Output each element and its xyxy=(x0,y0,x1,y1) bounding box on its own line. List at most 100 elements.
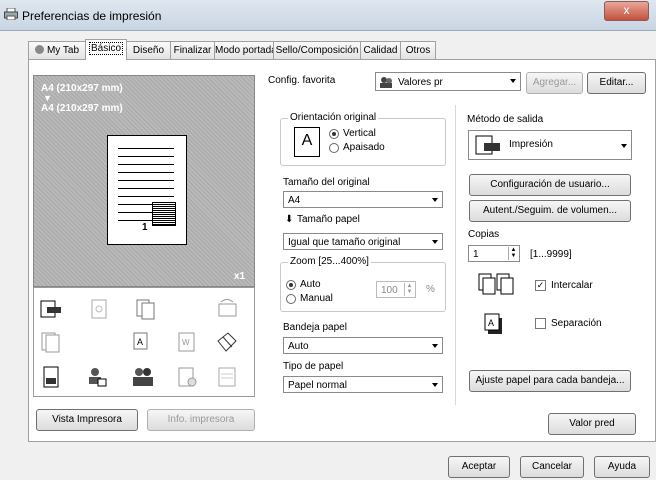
booklet-icon[interactable]: W xyxy=(176,331,198,353)
column-divider xyxy=(455,105,456,405)
secure-print-icon[interactable] xyxy=(176,366,198,388)
tab-label: Diseño xyxy=(132,45,165,56)
zoom-manual-radio[interactable] xyxy=(286,294,296,304)
button-label: Ayuda xyxy=(607,461,637,472)
tab-label: Básico xyxy=(88,42,123,55)
tab-diseno[interactable]: Diseño xyxy=(126,41,171,59)
editar-button[interactable]: Editar... xyxy=(587,72,646,94)
tab-otros[interactable]: Otros xyxy=(400,41,436,59)
agregar-button[interactable]: Agregar... xyxy=(526,72,583,94)
button-label: Valor pred xyxy=(569,418,615,429)
button-label: Aceptar xyxy=(461,461,497,472)
bandeja-label: Bandeja papel xyxy=(283,322,347,333)
tab-basico[interactable]: Básico xyxy=(85,39,127,60)
select-value: Auto xyxy=(288,341,309,352)
separacion-label: Separación xyxy=(551,318,602,329)
copias-input[interactable]: 1 ▲ ▼ xyxy=(468,245,520,262)
tipo-papel-select[interactable]: Papel normal xyxy=(283,376,443,393)
box-icon[interactable] xyxy=(216,366,238,388)
user-icon xyxy=(34,45,44,54)
portrait-a-icon: A xyxy=(294,127,320,157)
zoom-manual-label: Manual xyxy=(300,293,333,304)
output-method-icon[interactable] xyxy=(40,298,62,320)
zoom-label: Zoom [25...400%] xyxy=(288,256,371,267)
zoom-auto-label: Auto xyxy=(300,279,321,290)
duplex-icon[interactable] xyxy=(135,298,157,320)
tamano-original-select[interactable]: A4 xyxy=(283,191,443,208)
button-label: Ajuste papel para cada bandeja... xyxy=(475,375,625,386)
tab-my-tab[interactable]: My Tab xyxy=(28,41,86,59)
svg-text:W: W xyxy=(182,338,190,347)
intercalar-label: Intercalar xyxy=(551,280,593,291)
close-button[interactable]: x xyxy=(604,1,649,21)
staple-pattern xyxy=(152,202,176,226)
paper-size-label: A4 (210x297 mm) xyxy=(41,103,123,114)
bandeja-select[interactable]: Auto xyxy=(283,337,443,354)
tab-finalizar[interactable]: Finalizar xyxy=(170,41,215,59)
valor-pred-button[interactable]: Valor pred xyxy=(548,413,636,435)
ajuste-papel-button[interactable]: Ajuste papel para cada bandeja... xyxy=(469,370,631,392)
spinner-icon[interactable]: ▲ ▼ xyxy=(508,247,518,260)
config-favorita-label: Config. favorita xyxy=(268,75,336,86)
stack-icon[interactable] xyxy=(40,331,62,353)
window-title: Preferencias de impresión xyxy=(22,9,162,23)
document-icon[interactable] xyxy=(40,366,62,388)
configuracion-usuario-button[interactable]: Configuración de usuario... xyxy=(469,174,631,196)
ayuda-button[interactable]: Ayuda xyxy=(594,456,650,478)
autent-seguim-button[interactable]: Autent./Seguim. de volumen... xyxy=(469,200,631,222)
select-value: Impresión xyxy=(509,139,553,150)
intercalar-checkbox[interactable]: ✓ xyxy=(535,280,546,291)
apaisado-label: Apaisado xyxy=(343,142,385,153)
copias-label: Copias xyxy=(468,229,500,240)
aceptar-button[interactable]: Aceptar xyxy=(448,456,510,478)
fold-icon[interactable] xyxy=(216,331,238,353)
vista-impresora-button[interactable]: Vista Impresora xyxy=(36,409,138,431)
favorite-settings-icon xyxy=(380,76,392,88)
button-label: Agregar... xyxy=(532,77,577,88)
select-value: Igual que tamaño original xyxy=(288,237,401,248)
button-label: Info. impresora xyxy=(167,414,235,425)
info-impresora-button[interactable]: Info. impresora xyxy=(147,409,255,431)
svg-text:A: A xyxy=(488,318,494,328)
zoom-value-input[interactable]: 100 ▲ ▼ xyxy=(376,281,416,298)
arrow-down-bold-icon: ⬇ xyxy=(285,214,294,225)
select-value: Papel normal xyxy=(288,380,347,391)
arrow-down-icon: ▼ xyxy=(43,93,52,103)
select-value: A4 xyxy=(288,195,301,206)
metodo-salida-select[interactable]: Impresión xyxy=(468,130,632,160)
tab-label: Calidad xyxy=(363,45,398,56)
punch-icon[interactable] xyxy=(88,298,110,320)
tab-label: Otros xyxy=(405,45,431,56)
spinner-icon[interactable]: ▲ ▼ xyxy=(404,283,414,296)
copies-badge: x1 xyxy=(234,271,246,282)
tab-modo-portada[interactable]: Modo portada xyxy=(214,41,277,59)
select-value: Valores pr xyxy=(398,77,443,88)
tab-label: Finalizar xyxy=(173,45,212,56)
vertical-radio[interactable] xyxy=(329,129,339,139)
tamano-papel-label: Tamaño papel xyxy=(297,214,360,225)
button-label: Editar... xyxy=(599,77,634,88)
tipo-papel-label: Tipo de papel xyxy=(283,361,344,372)
tab-sello-composicion[interactable]: Sello/Composición xyxy=(273,41,361,59)
user-auth-icon[interactable] xyxy=(86,366,108,388)
tab-calidad[interactable]: Calidad xyxy=(360,41,401,59)
tamano-papel-select[interactable]: Igual que tamaño original xyxy=(283,233,443,250)
button-label: Autent./Seguim. de volumen... xyxy=(483,205,617,216)
close-icon: x xyxy=(623,3,630,17)
account-track-icon[interactable] xyxy=(132,366,154,388)
apaisado-radio[interactable] xyxy=(329,143,339,153)
tamano-original-label: Tamaño del original xyxy=(283,177,370,188)
rotate-icon[interactable] xyxy=(216,298,238,320)
cancelar-button[interactable]: Cancelar xyxy=(520,456,584,478)
tab-label: Modo portada xyxy=(215,45,277,56)
orientacion-label: Orientación original xyxy=(288,112,379,123)
zoom-unit: % xyxy=(426,284,435,295)
input-value: 100 xyxy=(381,285,398,296)
combine-icon[interactable]: A xyxy=(132,331,154,353)
button-label: Vista Impresora xyxy=(52,414,122,425)
config-favorita-select[interactable]: Valores pr xyxy=(375,72,521,91)
zoom-auto-radio[interactable] xyxy=(286,280,296,290)
printer-icon xyxy=(4,7,18,21)
separacion-checkbox[interactable] xyxy=(535,318,546,329)
copias-range: [1...9999] xyxy=(530,249,572,260)
